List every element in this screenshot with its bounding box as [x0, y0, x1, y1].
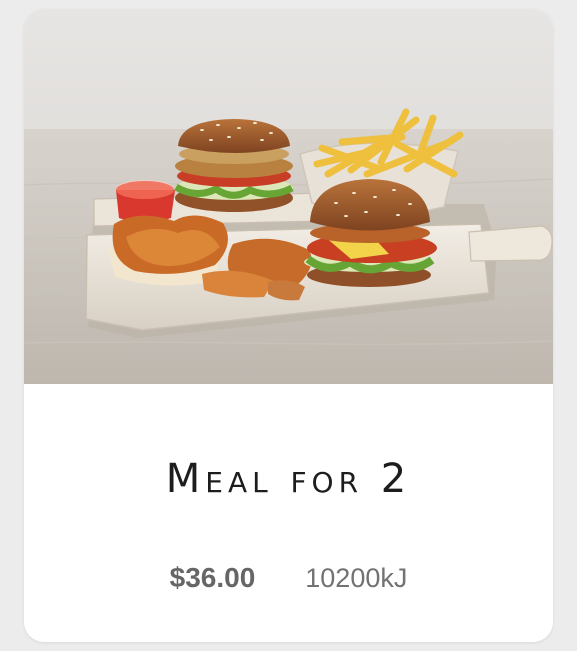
product-meta: $36.00 10200kJ	[24, 557, 553, 599]
meal-photo[interactable]	[24, 9, 553, 384]
product-card[interactable]: Meal for 2 $36.00 10200kJ	[24, 9, 553, 642]
product-title[interactable]: Meal for 2	[24, 449, 553, 509]
energy-value: 10200kJ	[305, 563, 408, 593]
price: $36.00	[169, 562, 256, 593]
